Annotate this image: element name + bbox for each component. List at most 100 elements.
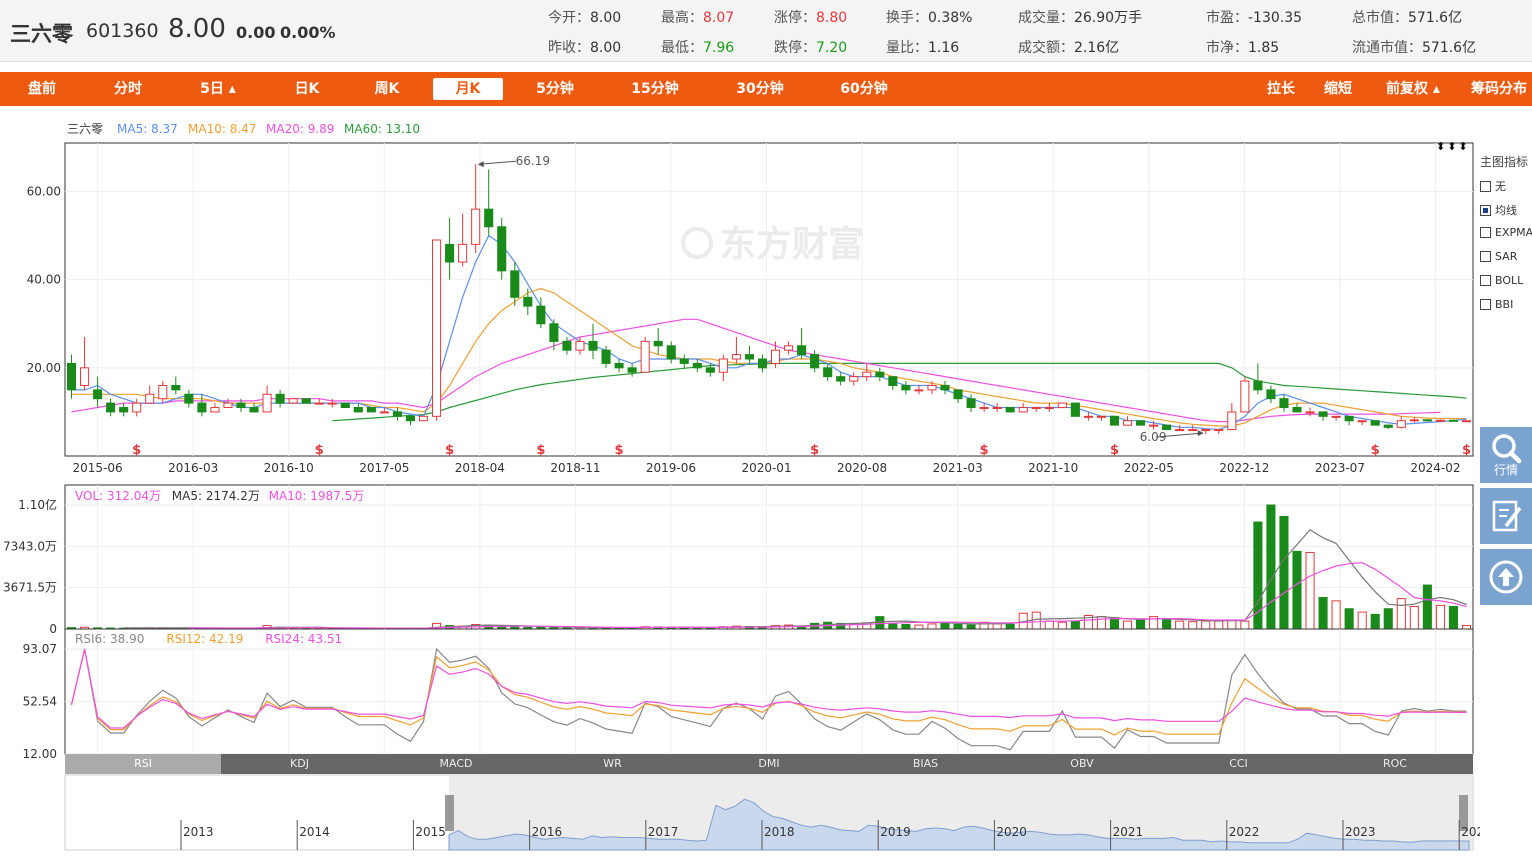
- indicator-tab-cci[interactable]: CCI: [1161, 754, 1317, 774]
- volume-bar: [1070, 620, 1080, 630]
- indicator-tab-dmi[interactable]: DMI: [691, 754, 847, 774]
- x-tick-label: 2016-03: [168, 461, 218, 475]
- stat-value: 7.96: [703, 40, 735, 56]
- candle-body: [1188, 429, 1198, 432]
- indicator-tab-obv[interactable]: OBV: [1004, 754, 1160, 774]
- stat-value: 8.00: [590, 40, 622, 56]
- tool-tab-3[interactable]: 筹码分布: [1466, 72, 1532, 106]
- candle-body: [731, 354, 741, 360]
- indicator-tab-roc[interactable]: ROC: [1317, 754, 1473, 774]
- checkbox-icon[interactable]: [1480, 299, 1491, 310]
- tab-1[interactable]: 分时: [100, 72, 156, 106]
- candle-body: [1070, 402, 1080, 417]
- tool-tab-2[interactable]: 前复权 ▴: [1376, 72, 1450, 106]
- indicator-tab-bias[interactable]: BIAS: [848, 754, 1004, 774]
- tab-4[interactable]: 周K: [362, 72, 412, 106]
- candle-body: [1461, 420, 1472, 423]
- stat-label: 今开：: [548, 10, 590, 26]
- main-indicator-option[interactable]: BBI: [1480, 298, 1513, 311]
- candle-body: [484, 208, 494, 228]
- candle-body: [679, 358, 689, 364]
- volume-bar: [1240, 620, 1250, 630]
- candle-body: [588, 340, 598, 351]
- tab-2[interactable]: 5日 ▴: [188, 72, 248, 106]
- candle-body: [171, 384, 181, 391]
- candle-body: [523, 296, 533, 307]
- volume-bar: [1279, 515, 1289, 630]
- x-tick-label: 2021-10: [1028, 461, 1078, 475]
- indicator-tab-wr[interactable]: WR: [535, 754, 691, 774]
- candle-body: [614, 362, 624, 369]
- candle-body: [627, 367, 637, 373]
- stat-value: 0.38%: [928, 10, 973, 26]
- candle-body: [314, 402, 324, 405]
- dividend-marker-icon: $: [1462, 443, 1471, 458]
- volume-bar: [1162, 619, 1172, 630]
- main-legend-ma: MA10: 8.47: [188, 122, 256, 136]
- tab-3[interactable]: 日K: [280, 72, 334, 106]
- dividend-marker-icon: $: [980, 443, 989, 458]
- side-tool-button[interactable]: 行情: [1480, 427, 1532, 483]
- stat-value: -130.35: [1248, 10, 1303, 26]
- tab-8[interactable]: 30分钟: [724, 72, 796, 106]
- stat-label: 成交额：: [1018, 40, 1074, 56]
- candle-body: [262, 393, 272, 413]
- dividend-marker-icon: $: [1371, 443, 1380, 458]
- main-indicator-option[interactable]: 均线: [1480, 202, 1517, 218]
- stat-value: 1.16: [928, 40, 960, 56]
- indicator-tab-kdj[interactable]: KDJ: [222, 754, 378, 774]
- side-tool-button[interactable]: [1480, 488, 1532, 544]
- checkbox-icon[interactable]: [1480, 227, 1491, 238]
- tab-0[interactable]: 盘前: [12, 72, 72, 106]
- checkbox-icon[interactable]: [1480, 251, 1491, 262]
- main-indicator-option[interactable]: BOLL: [1480, 274, 1523, 287]
- rsi-y-tick-label: 52.54: [23, 694, 57, 708]
- stat-label: 最高：: [661, 10, 703, 26]
- candle-body: [1122, 420, 1133, 426]
- checkbox-icon[interactable]: [1480, 180, 1491, 192]
- x-tick-label: 2022-05: [1124, 461, 1174, 475]
- candle-body: [1292, 407, 1302, 413]
- checkbox-icon[interactable]: [1480, 204, 1491, 216]
- main-legend-ma: MA60: 13.10: [344, 122, 420, 136]
- main-indicator-option[interactable]: 无: [1480, 178, 1506, 194]
- stat-item: 换手：0.38%: [886, 7, 972, 27]
- candle-body: [1383, 424, 1393, 428]
- volume-bar: [914, 624, 924, 630]
- main-indicator-option[interactable]: EXPMA: [1480, 226, 1532, 239]
- main-indicator-label: BBI: [1495, 298, 1514, 311]
- y-tick-label: 40.00: [27, 273, 61, 287]
- volume-bar: [1201, 620, 1211, 630]
- stat-value: 8.07: [703, 10, 735, 26]
- volume-bar: [875, 616, 885, 630]
- tab-5[interactable]: 月K: [433, 78, 503, 100]
- panel-arrows-icon[interactable]: ⬍⬍⬍: [1436, 140, 1470, 153]
- tool-tab-1[interactable]: 缩短: [1312, 72, 1364, 106]
- tab-9[interactable]: 60分钟: [828, 72, 900, 106]
- rsi-y-tick-label: 93.07: [23, 642, 57, 656]
- candle-body: [249, 407, 259, 413]
- indicator-tab-rsi[interactable]: RSI: [65, 754, 221, 774]
- candle-body: [836, 376, 846, 382]
- checkbox-icon[interactable]: [1480, 275, 1491, 286]
- stat-label: 市盈：: [1206, 10, 1248, 26]
- dividend-marker-icon: $: [1110, 443, 1119, 458]
- x-tick-label: 2018-04: [455, 461, 505, 475]
- stat-item: 涨停：8.80: [774, 7, 847, 27]
- stat-item: 今开：8.00: [548, 7, 621, 27]
- indicator-tab-macd[interactable]: MACD: [378, 754, 534, 774]
- stat-value: 571.6亿: [1408, 10, 1463, 26]
- candle-body: [966, 398, 976, 409]
- candle-body: [1370, 420, 1380, 426]
- candle-body: [1031, 407, 1041, 410]
- candle-body: [1318, 411, 1328, 417]
- stock-chart-page: 三六零 601360 8.00 0.00 0.00% 今开：8.00 最高：8.0…: [0, 0, 1532, 863]
- stock-name: 三六零: [10, 22, 73, 46]
- candle-body: [1396, 420, 1406, 428]
- tab-6[interactable]: 5分钟: [520, 72, 590, 106]
- main-indicator-option[interactable]: SAR: [1480, 250, 1517, 263]
- max-annotation-label: 66.19: [516, 154, 550, 168]
- side-tool-button[interactable]: [1480, 549, 1532, 605]
- tab-7[interactable]: 15分钟: [620, 72, 690, 106]
- tool-tab-0[interactable]: 拉长: [1256, 72, 1306, 106]
